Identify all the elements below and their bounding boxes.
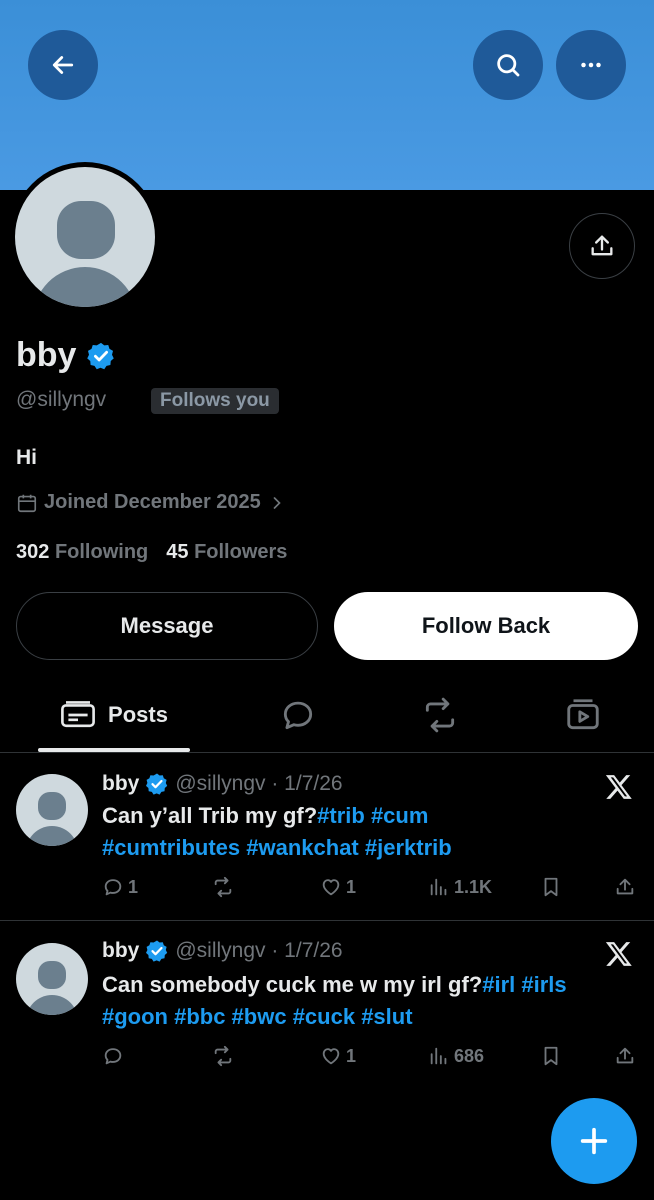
profile-handle: @sillyngv — [16, 388, 107, 411]
views-chart-icon — [430, 1047, 447, 1065]
post-text: Can y’all Trib my gf?#trib #cum #cumtrib… — [102, 800, 642, 864]
bookmark-icon — [544, 1046, 558, 1066]
repost-icon — [214, 1045, 232, 1067]
share-icon — [616, 1047, 634, 1064]
post-actions: 1 686 — [102, 1045, 642, 1075]
view-count: 686 — [454, 1045, 485, 1066]
bookmark-button[interactable] — [540, 876, 566, 898]
post-hashtags-line1[interactable]: #irl #irls — [482, 972, 566, 997]
profile-banner — [0, 0, 654, 190]
following-count: 302 — [16, 541, 50, 563]
bookmark-button[interactable] — [540, 1045, 566, 1067]
post-actions: 1 1 1.1K — [102, 876, 642, 906]
like-button[interactable]: 1 — [320, 876, 356, 898]
verified-badge-icon — [146, 940, 168, 962]
bookmark-icon — [544, 877, 558, 897]
chevron-right-icon — [273, 496, 281, 509]
reply-count: 1 — [128, 876, 139, 897]
reply-bubble-icon — [283, 701, 313, 730]
posts-tab-icon — [61, 701, 95, 728]
post-item[interactable]: bby @sillyngv · 1/7/26 Can somebody cuck… — [0, 921, 654, 1081]
search-icon — [497, 54, 520, 77]
tab-posts-label: Posts — [108, 702, 168, 727]
share-icon — [591, 235, 613, 256]
joined-date-row[interactable]: Joined December 2025 — [16, 491, 293, 514]
post-handle-date: @sillyngv · 1/7/26 — [175, 772, 343, 795]
message-button[interactable]: Message — [16, 592, 318, 660]
compose-post-button[interactable] — [551, 1098, 637, 1184]
following-link[interactable]: 302 Following — [16, 541, 148, 564]
follow-counts: 302 Following 45 Followers — [16, 541, 287, 564]
profile-bio: Hi — [16, 446, 37, 469]
post-hashtags-line2[interactable]: #cumtributes #wankchat #jerktrib — [102, 835, 452, 860]
follow-back-button[interactable]: Follow Back — [334, 592, 638, 660]
post-body-text: Can somebody cuck me w my irl gf? — [102, 972, 483, 997]
reply-button[interactable] — [102, 1045, 128, 1067]
followers-count: 45 — [166, 541, 189, 563]
verified-badge-icon[interactable] — [86, 341, 116, 371]
back-button[interactable] — [28, 30, 98, 100]
share-icon — [616, 878, 634, 895]
arrow-left-icon — [52, 56, 74, 74]
follows-you-badge: Follows you — [151, 388, 279, 414]
profile-tabs: Posts — [0, 680, 654, 753]
tab-media[interactable] — [543, 680, 623, 750]
heart-icon — [322, 879, 340, 896]
post-hashtags-line1[interactable]: #trib #cum — [317, 803, 428, 828]
repost-icon — [214, 876, 232, 898]
post-item[interactable]: bby @sillyngv · 1/7/26 Can y’all Trib my… — [0, 752, 654, 920]
display-name: bby — [16, 336, 77, 374]
tab-replies[interactable] — [258, 680, 338, 750]
followers-label: Followers — [194, 541, 288, 563]
post-avatar[interactable] — [16, 774, 88, 846]
share-post-button[interactable] — [614, 1045, 640, 1067]
views-button[interactable]: 1.1K — [428, 876, 492, 898]
post-header: bby @sillyngv · 1/7/26 — [102, 939, 343, 963]
more-horizontal-icon — [581, 62, 601, 68]
x-logo-icon — [605, 942, 632, 966]
repost-button[interactable] — [212, 876, 238, 898]
post-avatar[interactable] — [16, 943, 88, 1015]
profile-avatar[interactable] — [10, 162, 160, 312]
post-author-name[interactable]: bby — [102, 939, 139, 963]
verified-badge-icon — [146, 773, 168, 795]
post-body-text: Can y’all Trib my gf? — [102, 803, 318, 828]
reply-icon — [104, 879, 122, 896]
like-count: 1 — [346, 876, 357, 897]
repost-icon — [425, 697, 455, 733]
tab-reposts[interactable] — [400, 680, 480, 750]
share-profile-button[interactable] — [569, 213, 635, 279]
post-author-name[interactable]: bby — [102, 772, 139, 796]
video-media-icon — [567, 699, 599, 730]
plus-icon — [580, 1127, 608, 1155]
share-post-button[interactable] — [614, 876, 640, 898]
joined-date-text: Joined December 2025 — [44, 491, 261, 513]
calendar-icon — [17, 494, 37, 512]
heart-icon — [322, 1048, 340, 1065]
followers-link[interactable]: 45 Followers — [166, 541, 287, 564]
x-logo-icon — [605, 775, 632, 799]
view-count: 1.1K — [454, 876, 493, 897]
like-button[interactable]: 1 — [320, 1045, 356, 1067]
reply-button[interactable]: 1 — [102, 876, 138, 898]
tab-posts[interactable]: Posts — [38, 680, 190, 752]
profile-name-row: bby — [16, 336, 116, 375]
more-options-button[interactable] — [556, 30, 626, 100]
post-handle-date: @sillyngv · 1/7/26 — [175, 939, 343, 962]
views-button[interactable]: 686 — [428, 1045, 484, 1067]
post-text: Can somebody cuck me w my irl gf?#irl #i… — [102, 969, 647, 1033]
like-count: 1 — [346, 1045, 357, 1066]
search-button[interactable] — [473, 30, 543, 100]
default-avatar-icon — [15, 167, 155, 307]
following-label: Following — [54, 541, 149, 563]
post-hashtags-line2[interactable]: #goon #bbc #bwc #cuck #slut — [102, 1004, 413, 1029]
reply-icon — [104, 1048, 122, 1065]
views-chart-icon — [430, 878, 447, 896]
post-header: bby @sillyngv · 1/7/26 — [102, 772, 343, 796]
repost-button[interactable] — [212, 1045, 238, 1067]
